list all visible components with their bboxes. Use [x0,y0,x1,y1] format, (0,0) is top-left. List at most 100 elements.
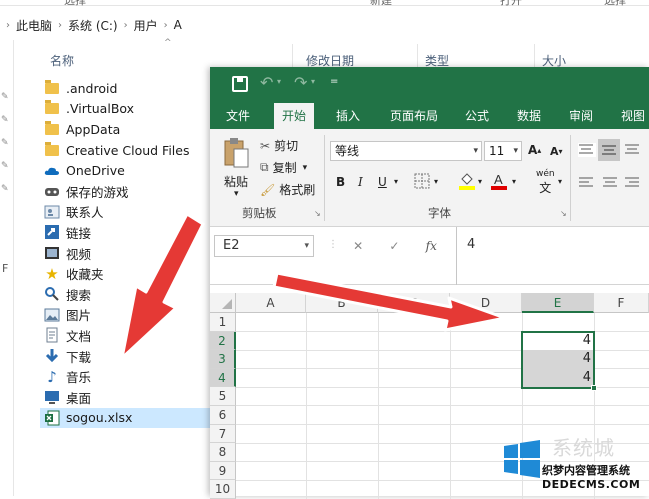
column-name-header[interactable]: 名称 [50,52,74,69]
file-item[interactable]: ★ 收藏夹 [44,263,214,284]
pin-icon[interactable]: ✎ [1,161,9,171]
row-header-4[interactable]: 4 [210,368,236,388]
file-item[interactable]: 保存的游戏 [44,181,214,202]
column-header-b[interactable]: B [306,293,378,313]
paste-icon[interactable] [222,137,250,172]
formula-input[interactable]: 4 [456,227,649,285]
row-header-5[interactable]: 5 [210,387,236,406]
align-top-icon[interactable] [578,143,596,157]
chevron-down-icon[interactable]: ▾ [311,77,315,86]
chevron-down-icon[interactable]: ▾ [558,177,562,186]
bold-button[interactable]: B [336,175,345,189]
cancel-icon[interactable]: ✕ [353,239,363,253]
file-item[interactable]: 搜索 [44,284,214,305]
tab-file[interactable]: 文件 [226,107,250,124]
row-header-1[interactable]: 1 [210,313,236,332]
breadcrumb-user-a[interactable]: A [174,18,182,32]
customize-toolbar-icon[interactable]: = [330,76,338,87]
tab-formulas[interactable]: 公式 [465,107,489,124]
save-icon[interactable] [232,76,248,92]
ribbon-open-label[interactable]: 打开 [500,0,522,8]
file-item[interactable]: 图片 [44,305,214,326]
column-header-f[interactable]: F [594,293,649,313]
tab-review[interactable]: 审阅 [569,107,593,124]
font-size-combo[interactable]: 11 ▾ [484,141,522,161]
file-item[interactable]: 视频 [44,243,214,264]
column-header-a[interactable]: A [236,293,306,313]
tab-home[interactable]: 开始 [274,103,315,129]
file-item[interactable]: 下载 [44,346,214,367]
chevron-right-icon[interactable]: › [164,20,168,31]
font-name-combo[interactable]: 等线 ▾ [330,141,482,161]
chevron-down-icon[interactable]: ▾ [478,177,482,186]
chevron-down-icon[interactable]: ▾ [512,177,516,186]
font-color-icon[interactable]: A [490,171,508,191]
align-right-icon[interactable] [624,177,640,189]
redo-icon[interactable]: ↷ [294,73,307,92]
borders-icon[interactable] [414,173,430,189]
fill-handle[interactable] [591,385,597,392]
row-header-7[interactable]: 7 [210,424,236,444]
undo-icon[interactable]: ↶ [260,73,273,92]
dialog-launcher-icon[interactable]: ↘ [560,209,567,218]
file-item[interactable]: 链接 [44,222,214,243]
tab-insert[interactable]: 插入 [336,107,360,124]
decrease-font-size-button[interactable]: A ▾ [550,145,563,158]
align-bottom-icon[interactable] [624,143,640,155]
chevron-down-icon[interactable]: ▾ [434,177,438,186]
file-item[interactable]: ♪ 音乐 [44,366,214,387]
file-item[interactable]: 文档 [44,325,214,346]
align-left-icon[interactable] [578,177,594,189]
breadcrumb-users[interactable]: 用户 [134,17,158,34]
file-item[interactable]: AppData [44,119,214,140]
pin-icon[interactable]: ✎ [1,92,9,102]
enter-icon[interactable]: ✓ [389,239,399,253]
file-item[interactable]: OneDrive [44,160,214,181]
file-item[interactable]: .android [44,78,214,99]
insert-function-icon[interactable]: fx [426,239,437,253]
file-item[interactable]: 桌面 [44,387,214,408]
file-item-selected[interactable]: sogou.xlsx [40,407,214,429]
row-header-3[interactable]: 3 [210,350,236,369]
ribbon-new-label[interactable]: 新建 [370,0,392,8]
tab-data[interactable]: 数据 [517,107,541,124]
row-header-9[interactable]: 9 [210,461,236,481]
row-header-8[interactable]: 8 [210,443,236,462]
cut-button[interactable]: ✂ 剪切 [260,137,298,154]
breadcrumb-system-c[interactable]: 系统 (C:) [68,17,118,34]
align-middle-icon[interactable] [598,139,620,161]
column-header-c[interactable]: C [378,293,450,313]
dialog-launcher-icon[interactable]: ↘ [314,209,321,218]
chevron-down-icon[interactable]: ▾ [394,177,398,186]
select-all-corner[interactable] [210,293,236,313]
name-box[interactable]: E2 ▾ [214,235,314,257]
column-header-e[interactable]: E [522,293,594,313]
tab-page-layout[interactable]: 页面布局 [390,107,438,124]
ribbon-select2-label[interactable]: 选择 [604,0,626,8]
file-item[interactable]: .VirtualBox [44,99,214,120]
pin-icon[interactable]: ✎ [1,184,9,194]
align-center-icon[interactable] [602,177,618,189]
row-header-2[interactable]: 2 [210,331,236,351]
row-header-10[interactable]: 10 [210,480,236,499]
pin-icon[interactable]: ✎ [1,138,9,148]
format-painter-button[interactable]: 🖌 格式刷 [260,181,315,198]
chevron-down-icon[interactable]: ▾ [234,189,239,199]
chevron-down-icon[interactable]: ▾ [277,77,281,86]
ribbon-select-label[interactable]: 选择 [64,0,86,8]
copy-button[interactable]: ⧉ 复制 ▾ [260,159,307,176]
italic-button[interactable]: I [358,175,363,189]
file-item[interactable]: 联系人 [44,202,214,223]
column-header-d[interactable]: D [450,293,522,313]
phonetic-guide-button[interactable]: wén 文 [536,169,555,196]
file-item[interactable]: Creative Cloud Files [44,140,214,161]
fill-color-icon[interactable] [458,171,476,191]
chevron-right-icon[interactable]: › [124,20,128,31]
increase-font-size-button[interactable]: A ▴ [528,143,541,157]
row-header-6[interactable]: 6 [210,406,236,425]
pin-icon[interactable]: ✎ [1,115,9,125]
chevron-right-icon[interactable]: › [58,20,62,31]
address-bar[interactable]: › 此电脑 › 系统 (C:) › 用户 › A [0,12,649,38]
underline-button[interactable]: U [378,175,387,189]
paste-button[interactable]: 粘贴 [224,173,248,190]
